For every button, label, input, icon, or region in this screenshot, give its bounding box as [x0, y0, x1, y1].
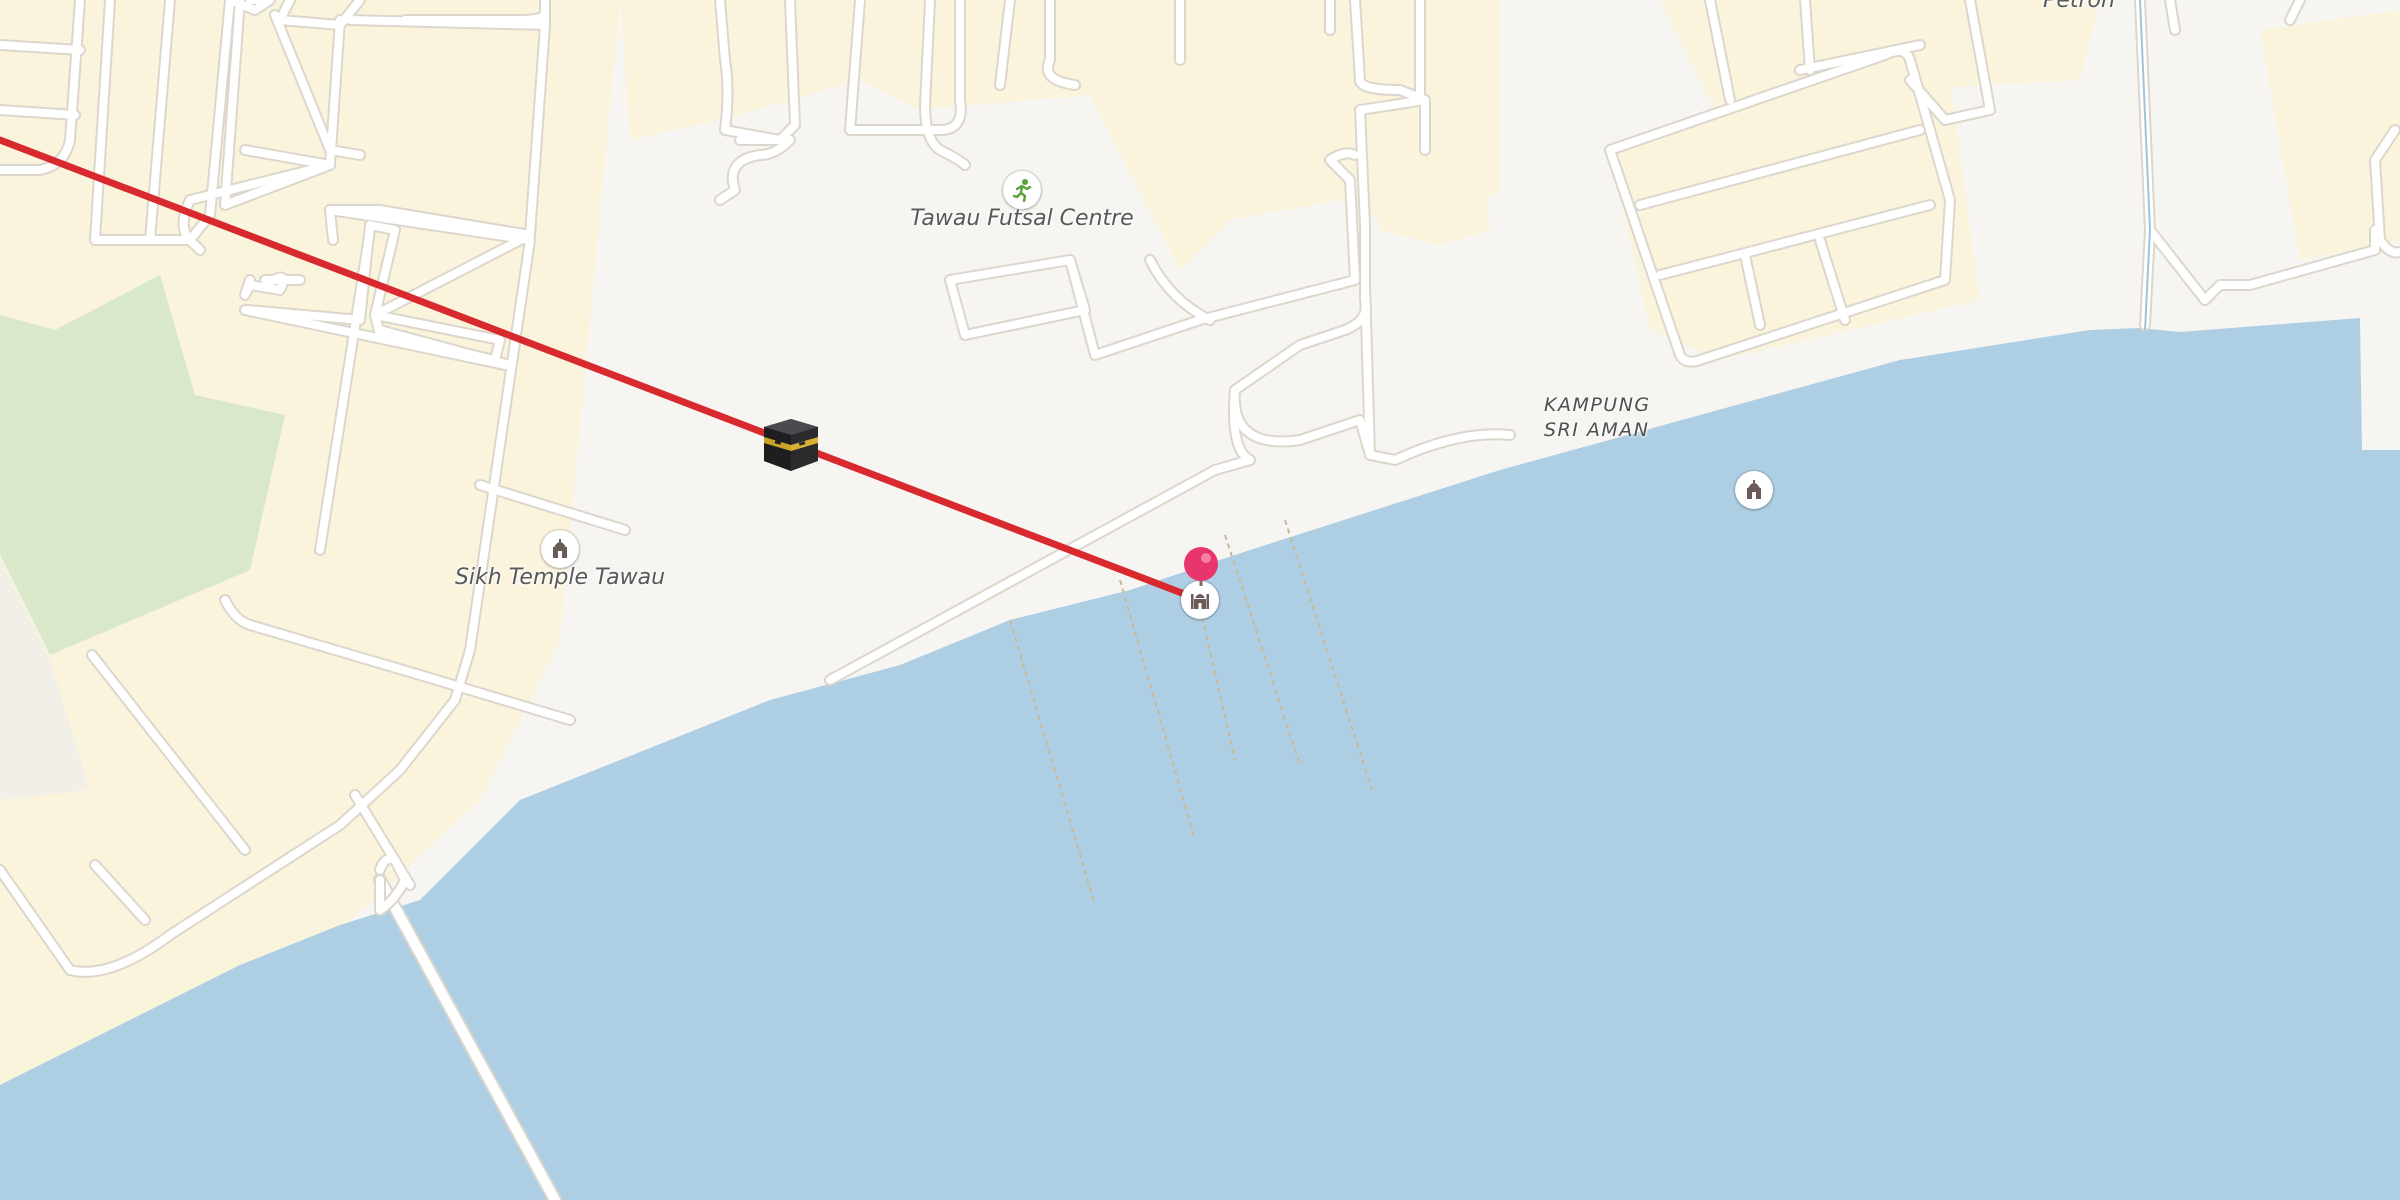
- mosque-icon[interactable]: [1181, 581, 1219, 619]
- location-pin[interactable]: [1182, 546, 1220, 586]
- place-of-worship-icon[interactable]: [541, 530, 579, 568]
- sports-icon[interactable]: [1003, 171, 1041, 209]
- kampung-label-line-1: KAMPUNG: [1544, 394, 1651, 416]
- place-of-worship-icon[interactable]: [1735, 471, 1773, 509]
- kaaba-marker[interactable]: [762, 417, 820, 473]
- sikh-temple-label: Sikh Temple Tawau: [454, 565, 666, 590]
- kampung-sri-aman-label: KAMPUNG SRI AMAN: [1544, 393, 1651, 443]
- futsal-centre-label: Tawau Futsal Centre: [910, 206, 1134, 231]
- petron-label: Petron: [2043, 0, 2115, 13]
- map-view[interactable]: Tawau Futsal Centre Sikh Temple Tawau KA…: [0, 0, 2400, 1200]
- kampung-label-line-2: SRI AMAN: [1544, 419, 1650, 441]
